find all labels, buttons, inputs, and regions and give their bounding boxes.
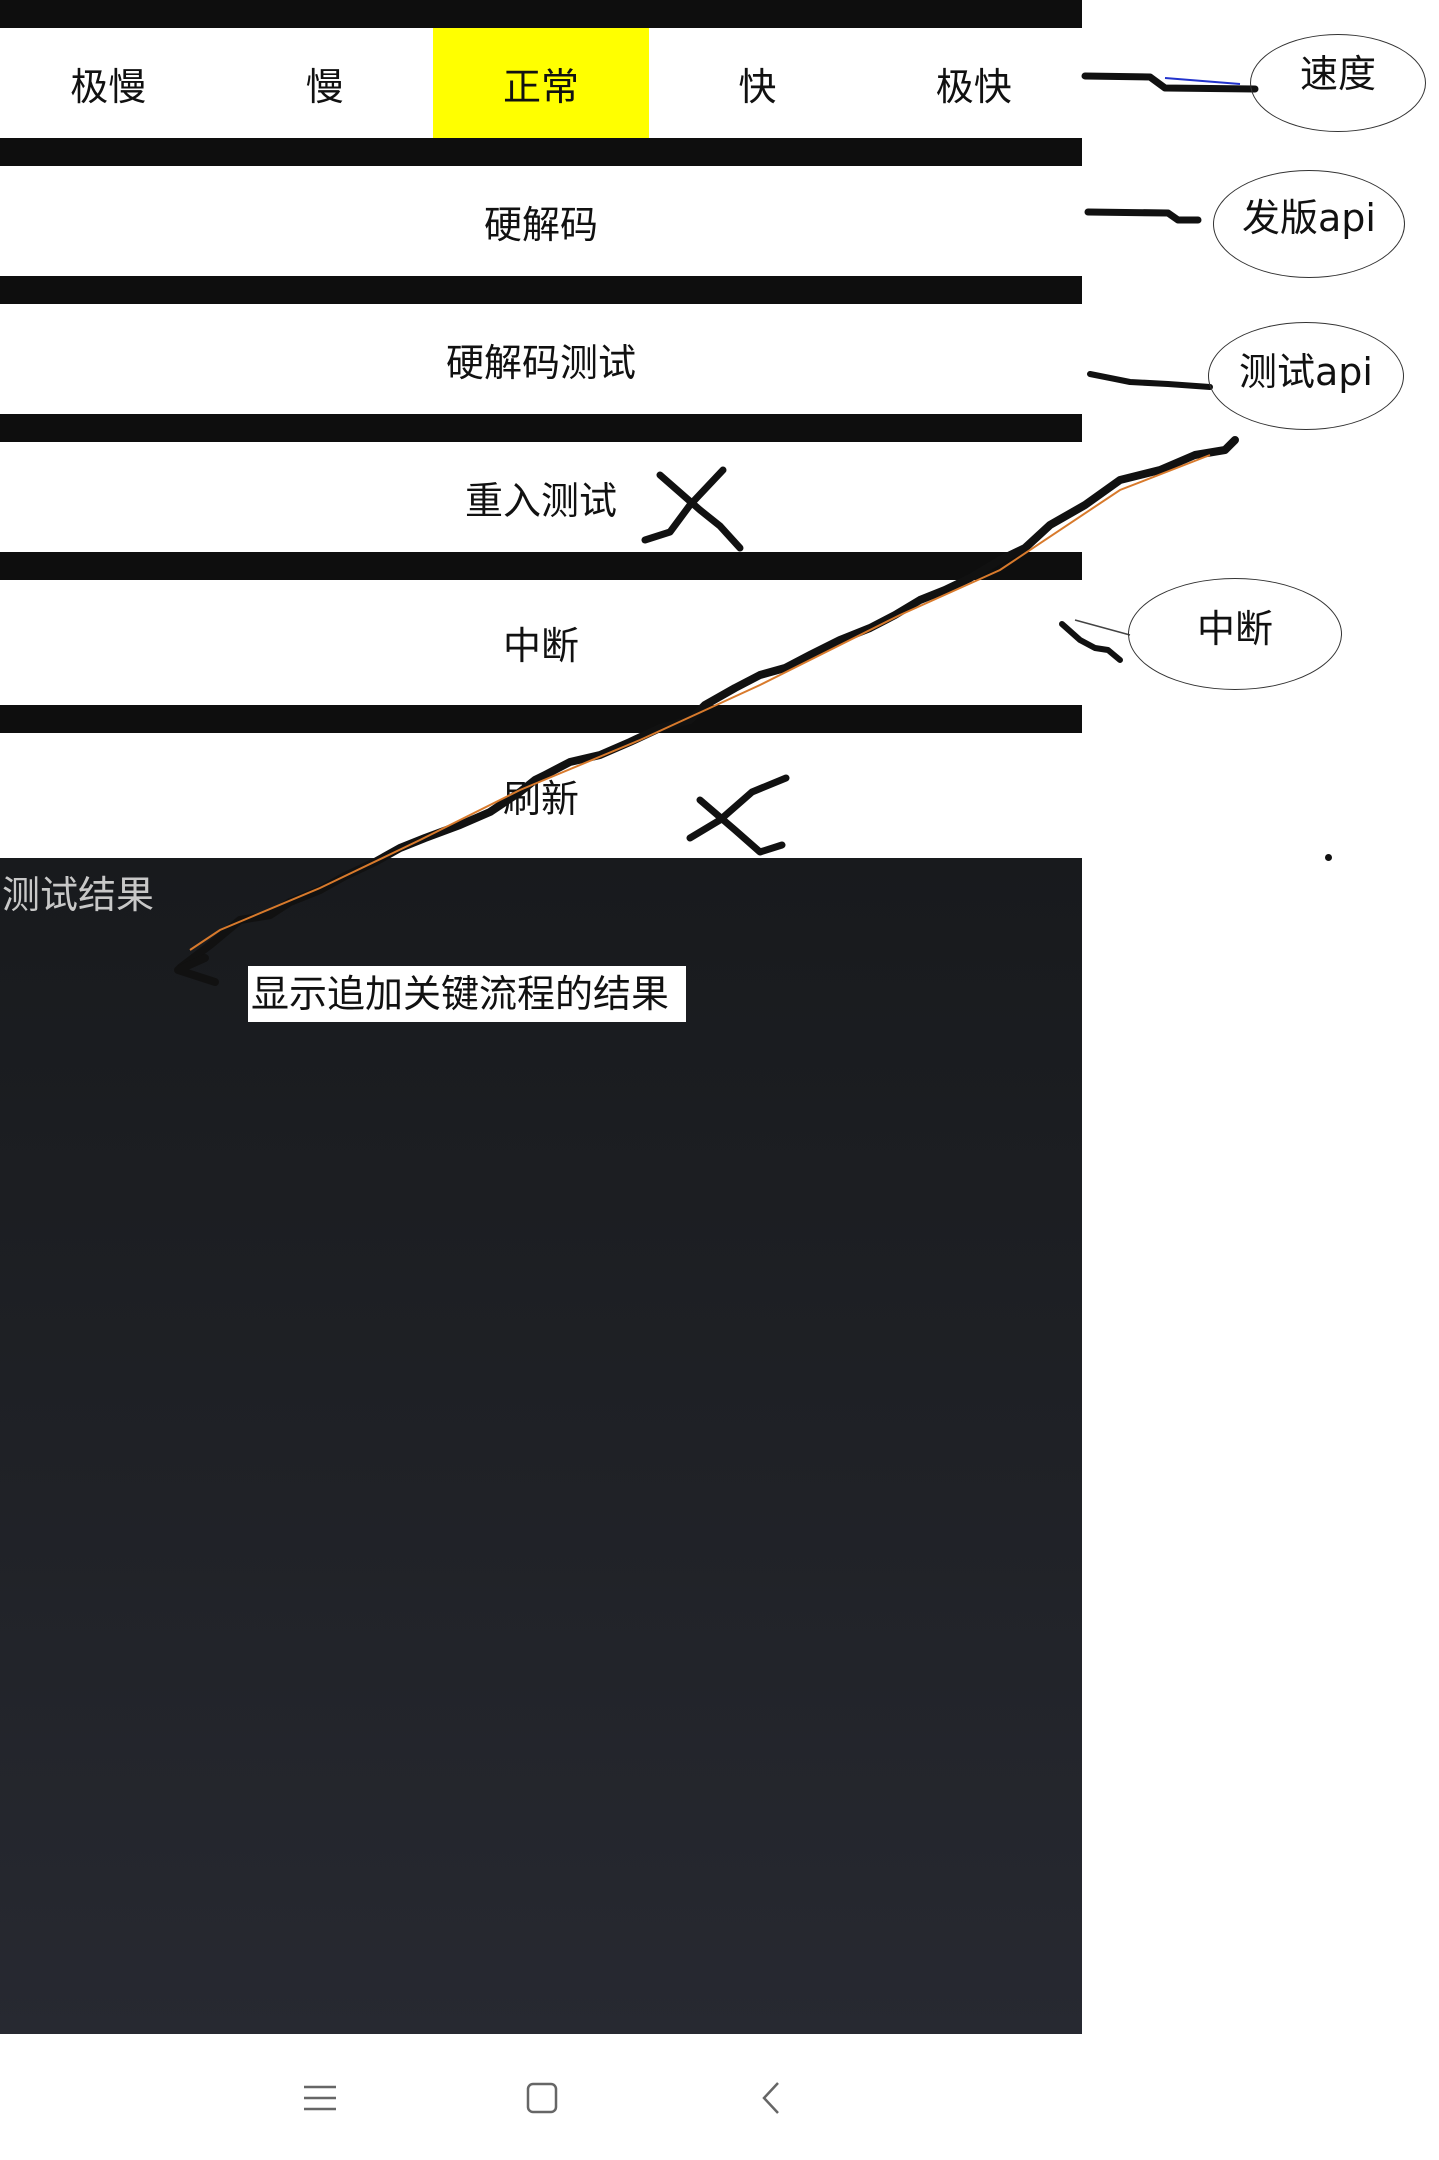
test-api-annotation-label: 测试api	[1239, 349, 1373, 394]
interrupt-annotation-thin-line	[1074, 619, 1131, 636]
speed-annotation-line	[1081, 72, 1259, 93]
speed-option-very-slow[interactable]: 极慢	[0, 28, 216, 138]
results-note: 显示追加关键流程的结果	[248, 966, 686, 1022]
interrupt-button[interactable]: 中断	[0, 580, 1082, 705]
hard-decode-button[interactable]: 硬解码	[0, 166, 1082, 276]
interrupt-annotation-bubble: 中断	[1128, 578, 1342, 690]
speed-option-very-fast[interactable]: 极快	[866, 28, 1082, 138]
interrupt-annotation-label: 中断	[1196, 606, 1273, 651]
speed-selector: 极慢 慢 正常 快 极快	[0, 28, 1082, 138]
speed-annotation-label: 速度	[1299, 51, 1376, 96]
speed-annotation-bubble: 速度	[1250, 34, 1426, 132]
home-icon[interactable]	[522, 2078, 562, 2118]
results-panel: 测试结果 显示追加关键流程的结果	[0, 858, 1082, 2034]
speed-annotation-blue-line	[1164, 77, 1241, 85]
refresh-button[interactable]: 刷新	[0, 733, 1082, 858]
release-api-annotation-line	[1084, 208, 1202, 224]
reentry-test-button[interactable]: 重入测试	[0, 442, 1082, 552]
hard-decode-test-button[interactable]: 硬解码测试	[0, 304, 1082, 414]
speed-option-slow[interactable]: 慢	[216, 28, 432, 138]
app-window: 极慢 慢 正常 快 极快 硬解码 硬解码测试 重入测试 中断 刷新 测试结果 显…	[0, 0, 1082, 2034]
release-api-annotation-bubble: 发版api	[1213, 170, 1405, 278]
system-navigation-bar	[0, 2034, 1082, 2160]
screen: 极慢 慢 正常 快 极快 硬解码 硬解码测试 重入测试 中断 刷新 测试结果 显…	[0, 0, 1439, 2160]
stray-dot	[1325, 854, 1332, 861]
results-title: 测试结果	[2, 873, 155, 917]
test-api-annotation-bubble: 测试api	[1208, 322, 1404, 430]
speed-option-normal[interactable]: 正常	[432, 28, 650, 138]
speed-option-fast[interactable]: 快	[649, 28, 865, 138]
release-api-annotation-label: 发版api	[1242, 195, 1376, 240]
test-api-annotation-line	[1087, 371, 1213, 390]
back-icon[interactable]	[752, 2078, 792, 2118]
menu-icon[interactable]	[300, 2078, 340, 2118]
